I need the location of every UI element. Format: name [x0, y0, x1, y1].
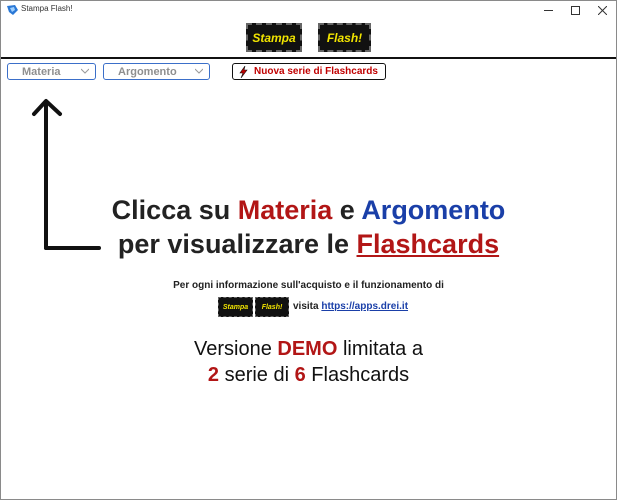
logo-flash: Flash! [318, 23, 371, 52]
headline-line2-prefix: per visualizzare le [117, 229, 357, 259]
headline-line-1: Clicca su Materia e Argomento [1, 195, 616, 226]
maximize-icon [571, 6, 580, 15]
header-divider [1, 57, 616, 59]
logo-word-stampa: Stampa [252, 30, 296, 45]
maximize-button[interactable] [562, 1, 589, 20]
headline-argomento: Argomento [361, 195, 506, 225]
close-icon [598, 6, 607, 15]
new-series-button[interactable]: Nuova serie di Flashcards [232, 63, 386, 80]
demo-mid: serie di [219, 364, 295, 386]
small-logo-flash: Flash! [255, 297, 289, 317]
chevron-down-icon [195, 68, 203, 74]
headline-flashcards: Flashcards [356, 229, 500, 259]
headline-prefix: Clicca su [111, 195, 238, 225]
info-text: Per ogni informazione sull'acquisto e il… [173, 280, 444, 291]
small-logo-word-flash: Flash! [261, 303, 283, 311]
lightning-icon [239, 66, 248, 78]
small-logo-stampa: Stampa [218, 297, 253, 317]
small-logo-word-stampa: Stampa [222, 303, 249, 311]
headline-and: e [332, 195, 362, 225]
visit-text: visita https://apps.drei.it [293, 301, 408, 312]
demo-badge: DEMO [277, 338, 338, 360]
argomento-select[interactable]: Argomento [103, 63, 210, 80]
window-title: Stampa Flash! [21, 4, 73, 13]
app-icon [7, 5, 18, 15]
demo-series-count: 2 [207, 364, 220, 386]
new-series-label: Nuova serie di Flashcards [254, 66, 378, 77]
close-button[interactable] [589, 1, 616, 20]
argomento-select-label: Argomento [118, 66, 177, 78]
demo-line2-suffix: Flashcards [305, 364, 410, 386]
demo-suffix: limitata a [337, 338, 423, 360]
minimize-icon [544, 10, 553, 11]
visit-prefix: visita [293, 301, 322, 312]
headline-materia: Materia [237, 195, 333, 225]
headline-line-2: per visualizzare le Flashcards [1, 229, 616, 260]
demo-line-1: Versione DEMO limitata a [1, 338, 616, 361]
logo-word-flash: Flash! [326, 30, 363, 45]
minimize-button[interactable] [535, 1, 562, 20]
demo-line-2: 2 serie di 6 Flashcards [1, 364, 616, 387]
materia-select[interactable]: Materia [7, 63, 96, 80]
logo-stampa: Stampa [246, 23, 302, 52]
demo-card-count: 6 [294, 364, 306, 386]
app-window: Stampa Flash! Stampa Flash! Materia Argo… [0, 0, 617, 500]
website-link[interactable]: https://apps.drei.it [321, 301, 408, 312]
title-bar: Stampa Flash! [1, 1, 616, 20]
materia-select-label: Materia [22, 66, 61, 78]
demo-prefix: Versione [194, 338, 278, 360]
chevron-down-icon [81, 68, 89, 74]
